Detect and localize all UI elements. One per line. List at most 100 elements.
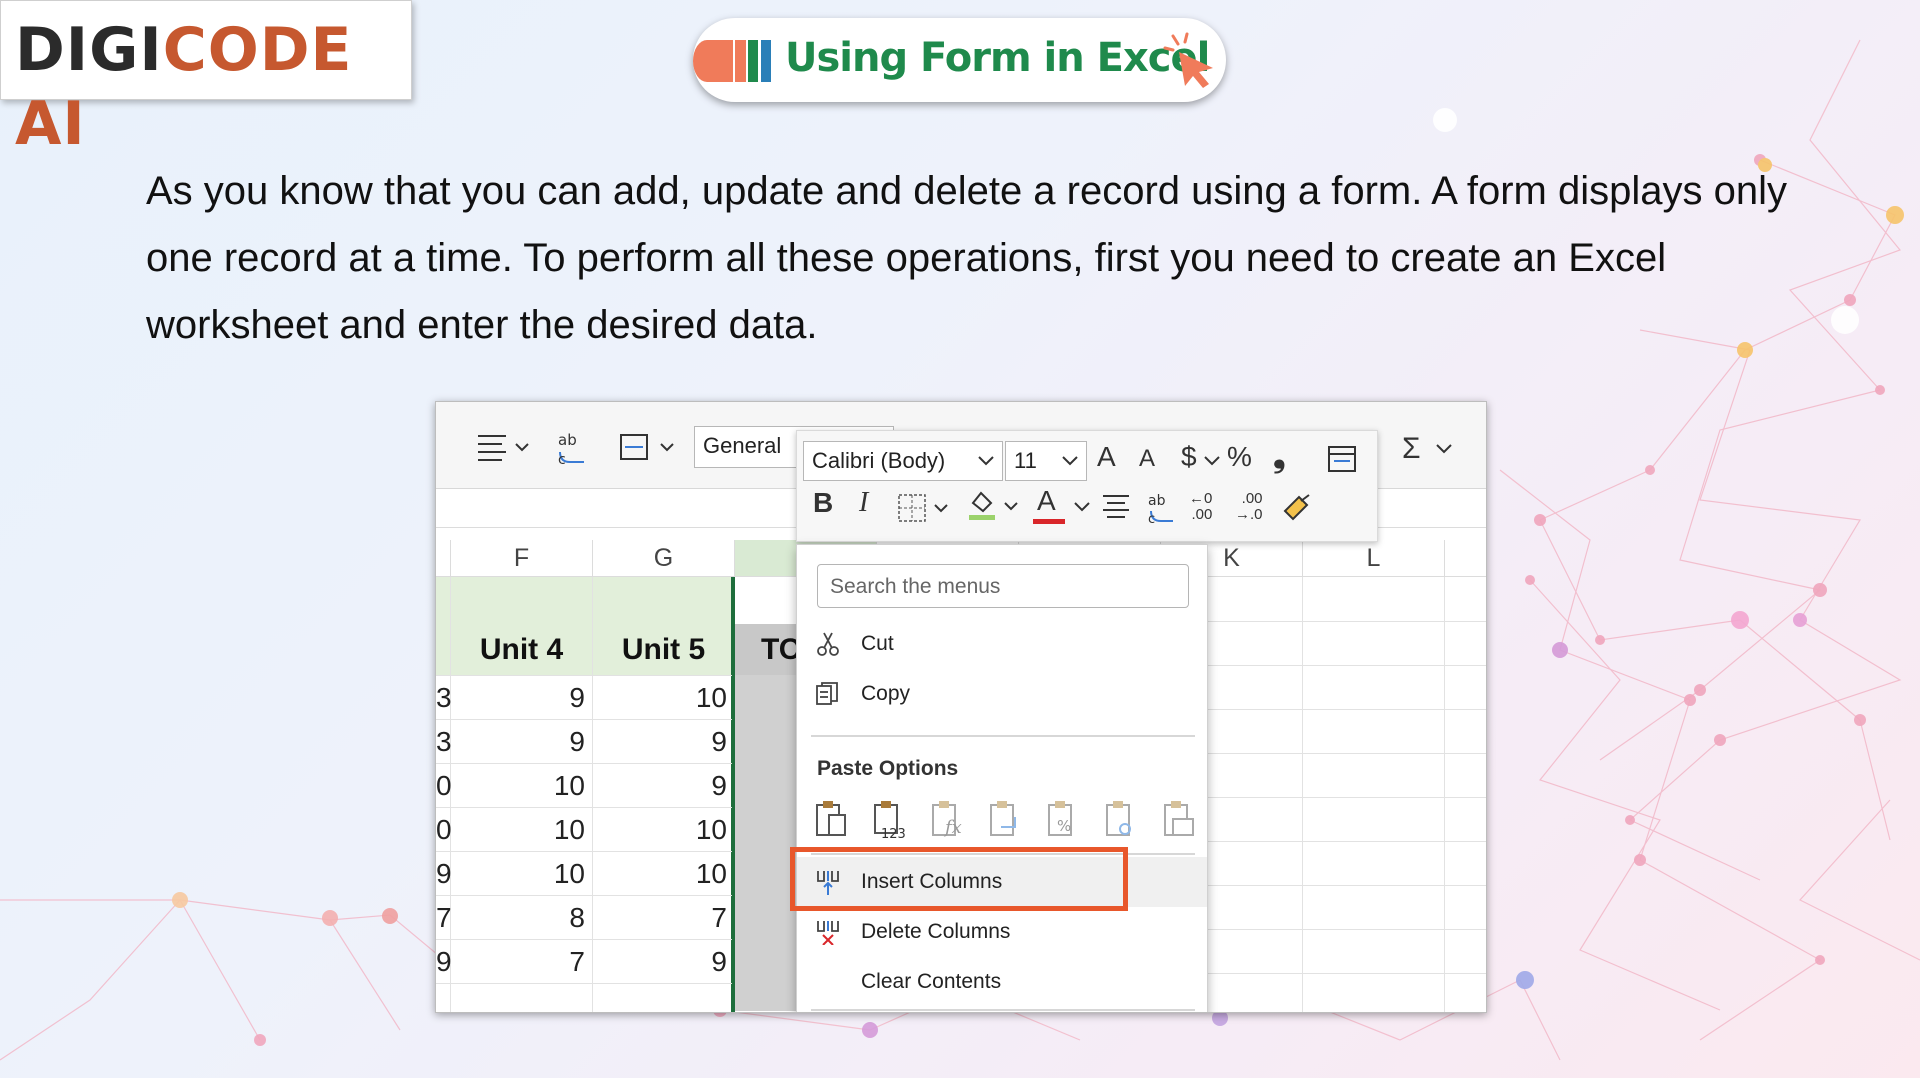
percent-button[interactable]: %	[1227, 441, 1252, 473]
format-painter-icon[interactable]	[1281, 493, 1313, 523]
mini-toolbar: Calibri (Body) 11 A A $ % ❟ B I A ab c ←0…	[796, 430, 1378, 542]
paste-formulas-icon[interactable]: fx	[929, 799, 965, 839]
page-title: Using Form in Excel	[785, 35, 1210, 81]
wrap-text-icon[interactable]: ab c	[556, 430, 590, 466]
menu-item-cut[interactable]: Cut	[797, 619, 1207, 669]
copy-icon	[816, 682, 838, 705]
cell-f[interactable]: 9	[451, 726, 585, 758]
chevron-down-icon	[978, 456, 994, 466]
decrease-decimal-top: .00	[1241, 490, 1263, 507]
menu-separator	[811, 735, 1195, 737]
cursor-click-icon	[1163, 32, 1213, 88]
cell-g[interactable]: 9	[593, 726, 727, 758]
cell-g[interactable]: 9	[593, 946, 727, 978]
menu-item-copy-label: Copy	[861, 682, 911, 705]
font-color-swatch	[1033, 519, 1065, 524]
paste-values-icon[interactable]: 123	[871, 799, 907, 839]
cell-e[interactable]: 9	[436, 946, 452, 978]
cell-f[interactable]: 10	[451, 770, 585, 802]
digicode-logo: DIGICODE AI	[0, 0, 412, 159]
svg-text:c: c	[558, 452, 566, 466]
increase-decimal-button[interactable]: ←0.00	[1189, 491, 1212, 523]
align-menu-icon[interactable]	[476, 432, 532, 464]
header-unit-5[interactable]: Unit 5	[593, 633, 734, 667]
title-banner: Using Form in Excel	[693, 18, 1226, 102]
chevron-down-icon[interactable]	[1073, 501, 1091, 513]
align-center-icon[interactable]	[1101, 493, 1131, 521]
wrap-text-icon[interactable]: ab c	[1147, 491, 1179, 525]
cell-e[interactable]: 3	[436, 726, 452, 758]
cell-e[interactable]: 7	[436, 902, 452, 934]
chevron-down-icon[interactable]	[1434, 442, 1454, 456]
column-header-e	[436, 540, 451, 576]
font-name-dropdown[interactable]: Calibri (Body)	[803, 441, 1003, 481]
context-menu: Search the menus Cut Copy Paste Options …	[790, 544, 1208, 1012]
decrease-decimal-bottom: →.0	[1235, 506, 1263, 523]
shrink-font-button[interactable]: A	[1139, 445, 1155, 473]
cell-g[interactable]: 7	[593, 902, 727, 934]
menu-item-delete-columns-label: Delete Columns	[861, 920, 1011, 943]
paste-options-row: 123 fx %	[813, 799, 1197, 843]
insert-columns-highlight	[790, 847, 1128, 911]
cell-e[interactable]: 9	[436, 858, 452, 890]
paste-transpose-icon[interactable]	[987, 799, 1023, 839]
menu-search-input[interactable]: Search the menus	[817, 564, 1189, 608]
italic-button[interactable]: I	[859, 487, 868, 519]
svg-text:ab: ab	[1148, 493, 1166, 509]
svg-text:ab: ab	[558, 431, 577, 449]
paste-options-heading: Paste Options	[817, 757, 959, 780]
cell-g[interactable]: 10	[593, 814, 727, 846]
increase-decimal-top: ←0	[1189, 490, 1213, 507]
menu-item-clear-contents-label: Clear Contents	[861, 970, 1002, 993]
menu-item-copy[interactable]: Copy	[797, 669, 1207, 719]
increase-decimal-bottom: .00	[1191, 506, 1213, 523]
menu-item-clear-contents[interactable]: Clear Contents	[797, 957, 1207, 1007]
decrease-decimal-button[interactable]: .00 →.0	[1235, 491, 1263, 523]
bar-chart-icon	[693, 40, 771, 82]
cell-f[interactable]: 10	[451, 858, 585, 890]
chevron-down-icon[interactable]	[1203, 455, 1221, 467]
svg-text:fx: fx	[943, 817, 962, 838]
excel-screenshot: ab c General Σ F G H I J K L Unit 4 Unit…	[435, 401, 1487, 1013]
cell-e[interactable]: 3	[436, 682, 452, 714]
chevron-down-icon	[1062, 456, 1078, 466]
logo-wordmark: DIGICODE AI	[15, 13, 411, 161]
svg-text:123: 123	[881, 827, 906, 839]
cell-f[interactable]: 8	[451, 902, 585, 934]
currency-button[interactable]: $	[1181, 441, 1197, 473]
logo-part-digi: DIGI	[15, 15, 163, 85]
cell-g[interactable]: 10	[593, 682, 727, 714]
cell-f[interactable]: 7	[451, 946, 585, 978]
borders-icon[interactable]	[897, 493, 953, 523]
column-header-l[interactable]: L	[1303, 540, 1445, 576]
scissors-icon	[817, 632, 839, 656]
grow-font-button[interactable]: A	[1097, 441, 1116, 473]
column-header-g[interactable]: G	[593, 540, 735, 576]
cell-g[interactable]: 9	[593, 770, 727, 802]
comma-style-button[interactable]: ❟	[1273, 437, 1286, 475]
cell-f[interactable]: 9	[451, 682, 585, 714]
paste-formatting-icon[interactable]: %	[1045, 799, 1081, 839]
menu-separator	[811, 1009, 1195, 1011]
fill-color-icon[interactable]	[965, 489, 1025, 523]
font-color-button[interactable]: A	[1037, 485, 1056, 517]
cell-f[interactable]: 10	[451, 814, 585, 846]
paste-icon[interactable]	[813, 799, 849, 839]
paste-link-icon[interactable]	[1103, 799, 1139, 839]
column-header-f[interactable]: F	[451, 540, 593, 576]
format-cells-icon[interactable]	[1327, 445, 1357, 473]
delete-columns-icon	[817, 921, 839, 945]
autosum-button[interactable]: Σ	[1402, 432, 1421, 466]
cell-e[interactable]: 0	[436, 770, 452, 802]
menu-item-delete-columns[interactable]: Delete Columns	[797, 907, 1207, 957]
intro-paragraph: As you know that you can add, update and…	[146, 169, 1787, 347]
svg-text:%: %	[1057, 817, 1071, 835]
menu-item-cut-label: Cut	[861, 632, 894, 655]
svg-text:c: c	[1148, 512, 1155, 525]
paste-picture-icon[interactable]	[1161, 799, 1197, 839]
header-unit-4[interactable]: Unit 4	[451, 633, 592, 667]
bold-button[interactable]: B	[813, 487, 833, 519]
cell-e[interactable]: 0	[436, 814, 452, 846]
merge-cells-icon[interactable]	[619, 432, 679, 464]
cell-g[interactable]: 10	[593, 858, 727, 890]
